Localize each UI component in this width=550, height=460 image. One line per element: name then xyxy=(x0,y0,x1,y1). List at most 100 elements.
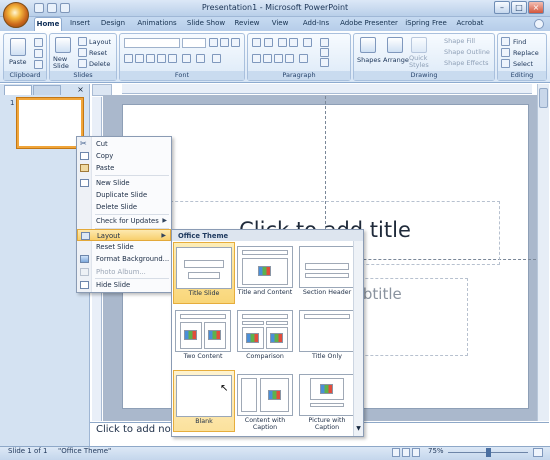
layout-content-with-caption[interactable]: Content with Caption xyxy=(235,370,297,432)
normal-view-icon[interactable] xyxy=(392,448,400,457)
clear-format-icon[interactable] xyxy=(231,38,240,47)
new-slide-icon[interactable] xyxy=(55,37,71,53)
delete-button[interactable]: Delete xyxy=(89,60,110,68)
layout-title-only[interactable]: Title Only xyxy=(297,306,359,368)
format-painter-icon[interactable] xyxy=(34,60,43,69)
font-color-icon[interactable] xyxy=(212,54,221,63)
scrollbar-thumb[interactable] xyxy=(539,88,548,108)
font-size-combo[interactable] xyxy=(182,38,206,48)
center-icon[interactable] xyxy=(263,54,272,63)
layout-comparison[interactable]: Comparison xyxy=(235,306,297,368)
tab-add-ins[interactable]: Add-Ins xyxy=(298,17,334,31)
layout-title-and-content[interactable]: Title and Content xyxy=(235,242,297,304)
ribbon-tabs: Home Insert Design Animations Slide Show… xyxy=(0,17,550,31)
undo-icon[interactable] xyxy=(47,3,57,13)
italic-icon[interactable] xyxy=(135,54,144,63)
menu-item-copy[interactable]: Copy xyxy=(77,150,171,162)
menu-item-hide-slide[interactable]: Hide Slide xyxy=(77,279,171,291)
shrink-font-icon[interactable] xyxy=(220,38,229,47)
text-direction-icon[interactable] xyxy=(320,38,329,47)
slide-sorter-icon[interactable] xyxy=(402,448,410,457)
vertical-scrollbar[interactable] xyxy=(537,84,549,421)
shadow-icon[interactable] xyxy=(168,54,177,63)
layout-label: Title Only xyxy=(312,353,342,360)
save-icon[interactable] xyxy=(34,3,44,13)
menu-item-layout[interactable]: Layout ▶ xyxy=(77,229,171,241)
menu-item-reset-slide[interactable]: Reset Slide xyxy=(77,241,171,253)
tab-animations[interactable]: Animations xyxy=(133,17,181,31)
layout-picture-with-caption[interactable]: Picture with Caption xyxy=(297,370,359,432)
find-button[interactable]: Find xyxy=(513,38,526,46)
layout-title-slide[interactable]: Title Slide xyxy=(173,242,235,304)
arrange-button[interactable]: Arrange xyxy=(383,56,409,64)
zoom-level[interactable]: 75% xyxy=(428,447,444,455)
layout-button[interactable]: Layout xyxy=(89,38,111,46)
menu-item-paste[interactable]: Paste xyxy=(77,162,171,174)
columns-icon[interactable] xyxy=(299,54,308,63)
align-left-icon[interactable] xyxy=(252,54,261,63)
align-right-icon[interactable] xyxy=(274,54,283,63)
slide-show-icon[interactable] xyxy=(412,448,420,457)
tab-acrobat[interactable]: Acrobat xyxy=(452,17,488,31)
menu-item-check-for-updates[interactable]: Check for Updates ▶ xyxy=(77,215,171,227)
slides-tab[interactable] xyxy=(4,85,32,95)
replace-button[interactable]: Replace xyxy=(513,49,539,57)
close-button[interactable]: × xyxy=(528,1,544,14)
tab-design[interactable]: Design xyxy=(97,17,129,31)
grow-font-icon[interactable] xyxy=(209,38,218,47)
underline-icon[interactable] xyxy=(146,54,155,63)
redo-icon[interactable] xyxy=(60,3,70,13)
scroll-down-icon[interactable]: ▼ xyxy=(355,425,362,433)
fit-slide-icon[interactable] xyxy=(533,448,543,457)
char-spacing-icon[interactable] xyxy=(182,54,191,63)
numbering-icon[interactable] xyxy=(264,38,273,47)
menu-item-format-background[interactable]: Format Background... xyxy=(77,253,171,265)
tab-home[interactable]: Home xyxy=(34,17,62,31)
smartart-icon[interactable] xyxy=(320,58,329,67)
reset-button[interactable]: Reset xyxy=(89,49,107,57)
maximize-button[interactable]: □ xyxy=(511,1,527,14)
select-button[interactable]: Select xyxy=(513,60,533,68)
new-slide-button[interactable]: New Slide xyxy=(53,56,75,70)
tab-review[interactable]: Review xyxy=(231,17,263,31)
paste-icon[interactable] xyxy=(10,38,26,56)
font-name-combo[interactable] xyxy=(124,38,180,48)
line-spacing-icon[interactable] xyxy=(303,38,312,47)
zoom-slider-thumb[interactable] xyxy=(486,448,491,457)
align-text-icon[interactable] xyxy=(320,48,329,57)
outline-tab[interactable] xyxy=(33,85,61,95)
justify-icon[interactable] xyxy=(285,54,294,63)
menu-item-duplicate-slide[interactable]: Duplicate Slide xyxy=(77,189,171,201)
layout-section-header[interactable]: Section Header xyxy=(297,242,359,304)
menu-item-delete-slide[interactable]: Delete Slide xyxy=(77,201,171,213)
tab-ispring-free[interactable]: iSpring Free xyxy=(404,17,448,31)
decrease-indent-icon[interactable] xyxy=(278,38,287,47)
change-case-icon[interactable] xyxy=(196,54,205,63)
strikethrough-icon[interactable] xyxy=(157,54,166,63)
close-pane-icon[interactable]: × xyxy=(76,85,85,94)
menu-item-new-slide[interactable]: New Slide xyxy=(77,177,171,189)
tab-adobe-presenter[interactable]: Adobe Presenter xyxy=(338,17,400,31)
slide-thumbnail[interactable] xyxy=(17,98,83,148)
menu-item-label: Format Background... xyxy=(96,255,170,263)
increase-indent-icon[interactable] xyxy=(289,38,298,47)
arrange-icon[interactable] xyxy=(387,37,403,53)
cut-icon[interactable] xyxy=(34,38,43,47)
copy-icon[interactable] xyxy=(34,49,43,58)
help-icon[interactable] xyxy=(534,19,544,29)
tab-insert[interactable]: Insert xyxy=(66,17,94,31)
menu-item-cut[interactable]: ✂ Cut xyxy=(77,138,171,150)
layout-two-content[interactable]: Two Content xyxy=(173,306,235,368)
layout-gallery: Office Theme Title Slide Title and Conte… xyxy=(171,229,364,437)
layout-blank[interactable]: Blank ↖ xyxy=(173,370,235,432)
shapes-icon[interactable] xyxy=(360,37,376,53)
tab-view[interactable]: View xyxy=(266,17,294,31)
bullets-icon[interactable] xyxy=(252,38,261,47)
office-button[interactable] xyxy=(3,2,29,28)
shapes-button[interactable]: Shapes xyxy=(357,56,381,64)
gallery-scrollbar[interactable]: ▼ xyxy=(353,241,363,436)
paste-button[interactable]: Paste xyxy=(9,58,27,66)
minimize-button[interactable]: – xyxy=(494,1,510,14)
tab-slide-show[interactable]: Slide Show xyxy=(184,17,228,31)
bold-icon[interactable] xyxy=(124,54,133,63)
